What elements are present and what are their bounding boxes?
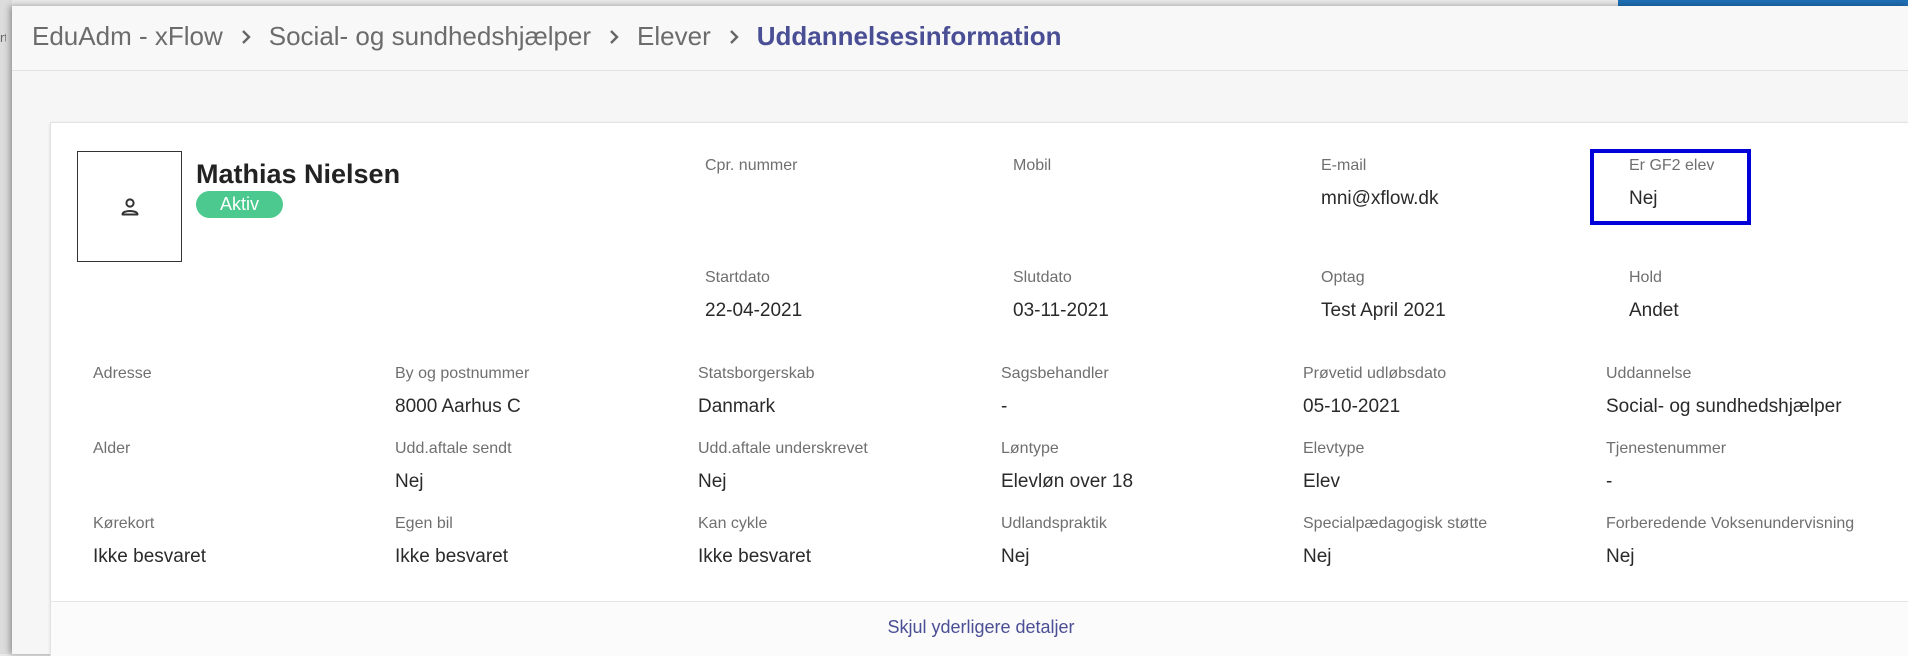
field-value: 03-11-2021 — [1013, 300, 1109, 321]
field-statsborgerskab: Statsborgerskab Danmark — [698, 365, 998, 420]
field-label: E-mail — [1321, 157, 1367, 174]
field-value: Elev — [1303, 471, 1340, 492]
field-value — [93, 471, 393, 495]
field-specialpaed: Specialpædagogisk støtte Nej — [1303, 515, 1603, 570]
student-name: Mathias Nielsen — [196, 159, 401, 189]
field-udlandspraktik: Udlandspraktik Nej — [1001, 515, 1301, 570]
field-tjenestenummer: Tjenestenummer - — [1606, 440, 1906, 495]
field-label: Alder — [93, 440, 131, 457]
field-value[interactable]: mni@xflow.dk — [1321, 188, 1621, 212]
field-label: Prøvetid udløbsdato — [1303, 365, 1447, 382]
field-label: Udd.aftale sendt — [395, 440, 512, 457]
field-label: Uddannelse — [1606, 365, 1692, 382]
field-label: Statsborgerskab — [698, 365, 815, 382]
field-label: Adresse — [93, 365, 152, 382]
field-value: 05-10-2021 — [1303, 396, 1401, 417]
field-udd-underskrevet: Udd.aftale underskrevet Nej — [698, 440, 998, 495]
field-value — [705, 188, 1005, 212]
breadcrumb-item-current: Uddannelsesinformation — [756, 21, 1062, 51]
field-value: Elevløn over 18 — [1001, 471, 1134, 492]
field-value: Ikke besvaret — [698, 546, 811, 567]
person-outline-icon — [121, 197, 138, 215]
toggle-details-link[interactable]: Skjul yderligere detaljer — [51, 617, 1908, 638]
field-adresse: Adresse — [93, 365, 393, 420]
field-uddannelse: Uddannelse Social- og sundhedshjælper — [1606, 365, 1906, 420]
field-label: Udlandspraktik — [1001, 515, 1107, 532]
field-label: Optag — [1321, 269, 1365, 286]
field-label: By og postnummer — [395, 365, 530, 382]
field-label: Specialpædagogisk støtte — [1303, 515, 1488, 532]
chevron-right-icon — [609, 29, 619, 44]
field-value: Nej — [698, 471, 727, 492]
field-label: Kan cykle — [698, 515, 768, 532]
breadcrumb-item-students[interactable]: Elever — [637, 21, 711, 52]
status-badge: Aktiv — [196, 191, 284, 218]
field-value: Danmark — [698, 396, 776, 417]
field-value: Ikke besvaret — [395, 546, 508, 567]
page-header: EduAdm - xFlow Social- og sundhedshjælpe… — [12, 6, 1908, 71]
field-startdato: Startdato 22-04-2021 — [705, 269, 1005, 324]
field-egen-bil: Egen bil Ikke besvaret — [395, 515, 695, 570]
field-value: Nej — [1606, 546, 1635, 567]
field-value: 8000 Aarhus C — [395, 396, 521, 417]
field-loentype: Løntype Elevløn over 18 — [1001, 440, 1301, 495]
background-window-edge: rt — [0, 0, 12, 654]
field-label: Sagsbehandler — [1001, 365, 1109, 382]
field-label: Tjenestenummer — [1606, 440, 1727, 457]
breadcrumb-item-education[interactable]: Social- og sundhedshjælper — [269, 21, 591, 52]
field-udd-sendt: Udd.aftale sendt Nej — [395, 440, 695, 495]
field-value — [1013, 188, 1313, 212]
field-slutdato: Slutdato 03-11-2021 — [1013, 269, 1313, 324]
app-window: EduAdm - xFlow Social- og sundhedshjælpe… — [12, 6, 1908, 656]
field-mobil: Mobil — [1013, 157, 1313, 212]
chevron-right-icon — [241, 29, 251, 44]
field-value: Test April 2021 — [1321, 300, 1446, 321]
field-value — [93, 396, 393, 420]
field-fvu: Forberedende Voksenundervisning Nej — [1606, 515, 1906, 570]
avatar — [77, 151, 182, 262]
field-cpr: Cpr. nummer — [705, 157, 1005, 212]
card-footer: Skjul yderligere detaljer — [51, 601, 1908, 656]
field-alder: Alder — [93, 440, 393, 495]
field-value: Nej — [1303, 546, 1332, 567]
chevron-right-icon — [729, 29, 739, 44]
field-value: - — [1606, 471, 1613, 492]
field-value: Ikke besvaret — [93, 546, 206, 567]
field-value: Andet — [1629, 300, 1679, 321]
breadcrumb-item-app[interactable]: EduAdm - xFlow — [32, 21, 223, 52]
field-label: Startdato — [705, 269, 770, 286]
student-info-card: Mathias Nielsen Aktiv Cpr. nummer Mobil … — [50, 122, 1908, 656]
field-label: Hold — [1629, 269, 1662, 286]
field-label: Elevtype — [1303, 440, 1365, 457]
field-by: By og postnummer 8000 Aarhus C — [395, 365, 695, 420]
background-window-text: rt — [0, 30, 6, 45]
highlight-box — [1590, 149, 1751, 225]
field-email: E-mail mni@xflow.dk — [1321, 157, 1621, 212]
field-label: Mobil — [1013, 157, 1052, 174]
field-label: Løntype — [1001, 440, 1059, 457]
field-kan-cykle: Kan cykle Ikke besvaret — [698, 515, 998, 570]
field-hold: Hold Andet — [1629, 269, 1889, 324]
field-value: Nej — [1001, 546, 1030, 567]
field-label: Forberedende Voksenundervisning — [1606, 515, 1855, 532]
field-koerekort: Kørekort Ikke besvaret — [93, 515, 393, 570]
breadcrumb: EduAdm - xFlow Social- og sundhedshjælpe… — [32, 21, 1062, 52]
field-label: Slutdato — [1013, 269, 1072, 286]
field-value: Social- og sundhedshjælper — [1606, 396, 1842, 417]
field-proevetid: Prøvetid udløbsdato 05-10-2021 — [1303, 365, 1603, 420]
field-value: Nej — [395, 471, 424, 492]
field-label: Cpr. nummer — [705, 157, 798, 174]
field-optag: Optag Test April 2021 — [1321, 269, 1621, 324]
field-value: - — [1001, 396, 1008, 417]
field-elevtype: Elevtype Elev — [1303, 440, 1603, 495]
field-label: Kørekort — [93, 515, 155, 532]
field-value: 22-04-2021 — [705, 300, 803, 321]
field-label: Egen bil — [395, 515, 453, 532]
field-sagsbehandler: Sagsbehandler - — [1001, 365, 1301, 420]
field-label: Udd.aftale underskrevet — [698, 440, 868, 457]
